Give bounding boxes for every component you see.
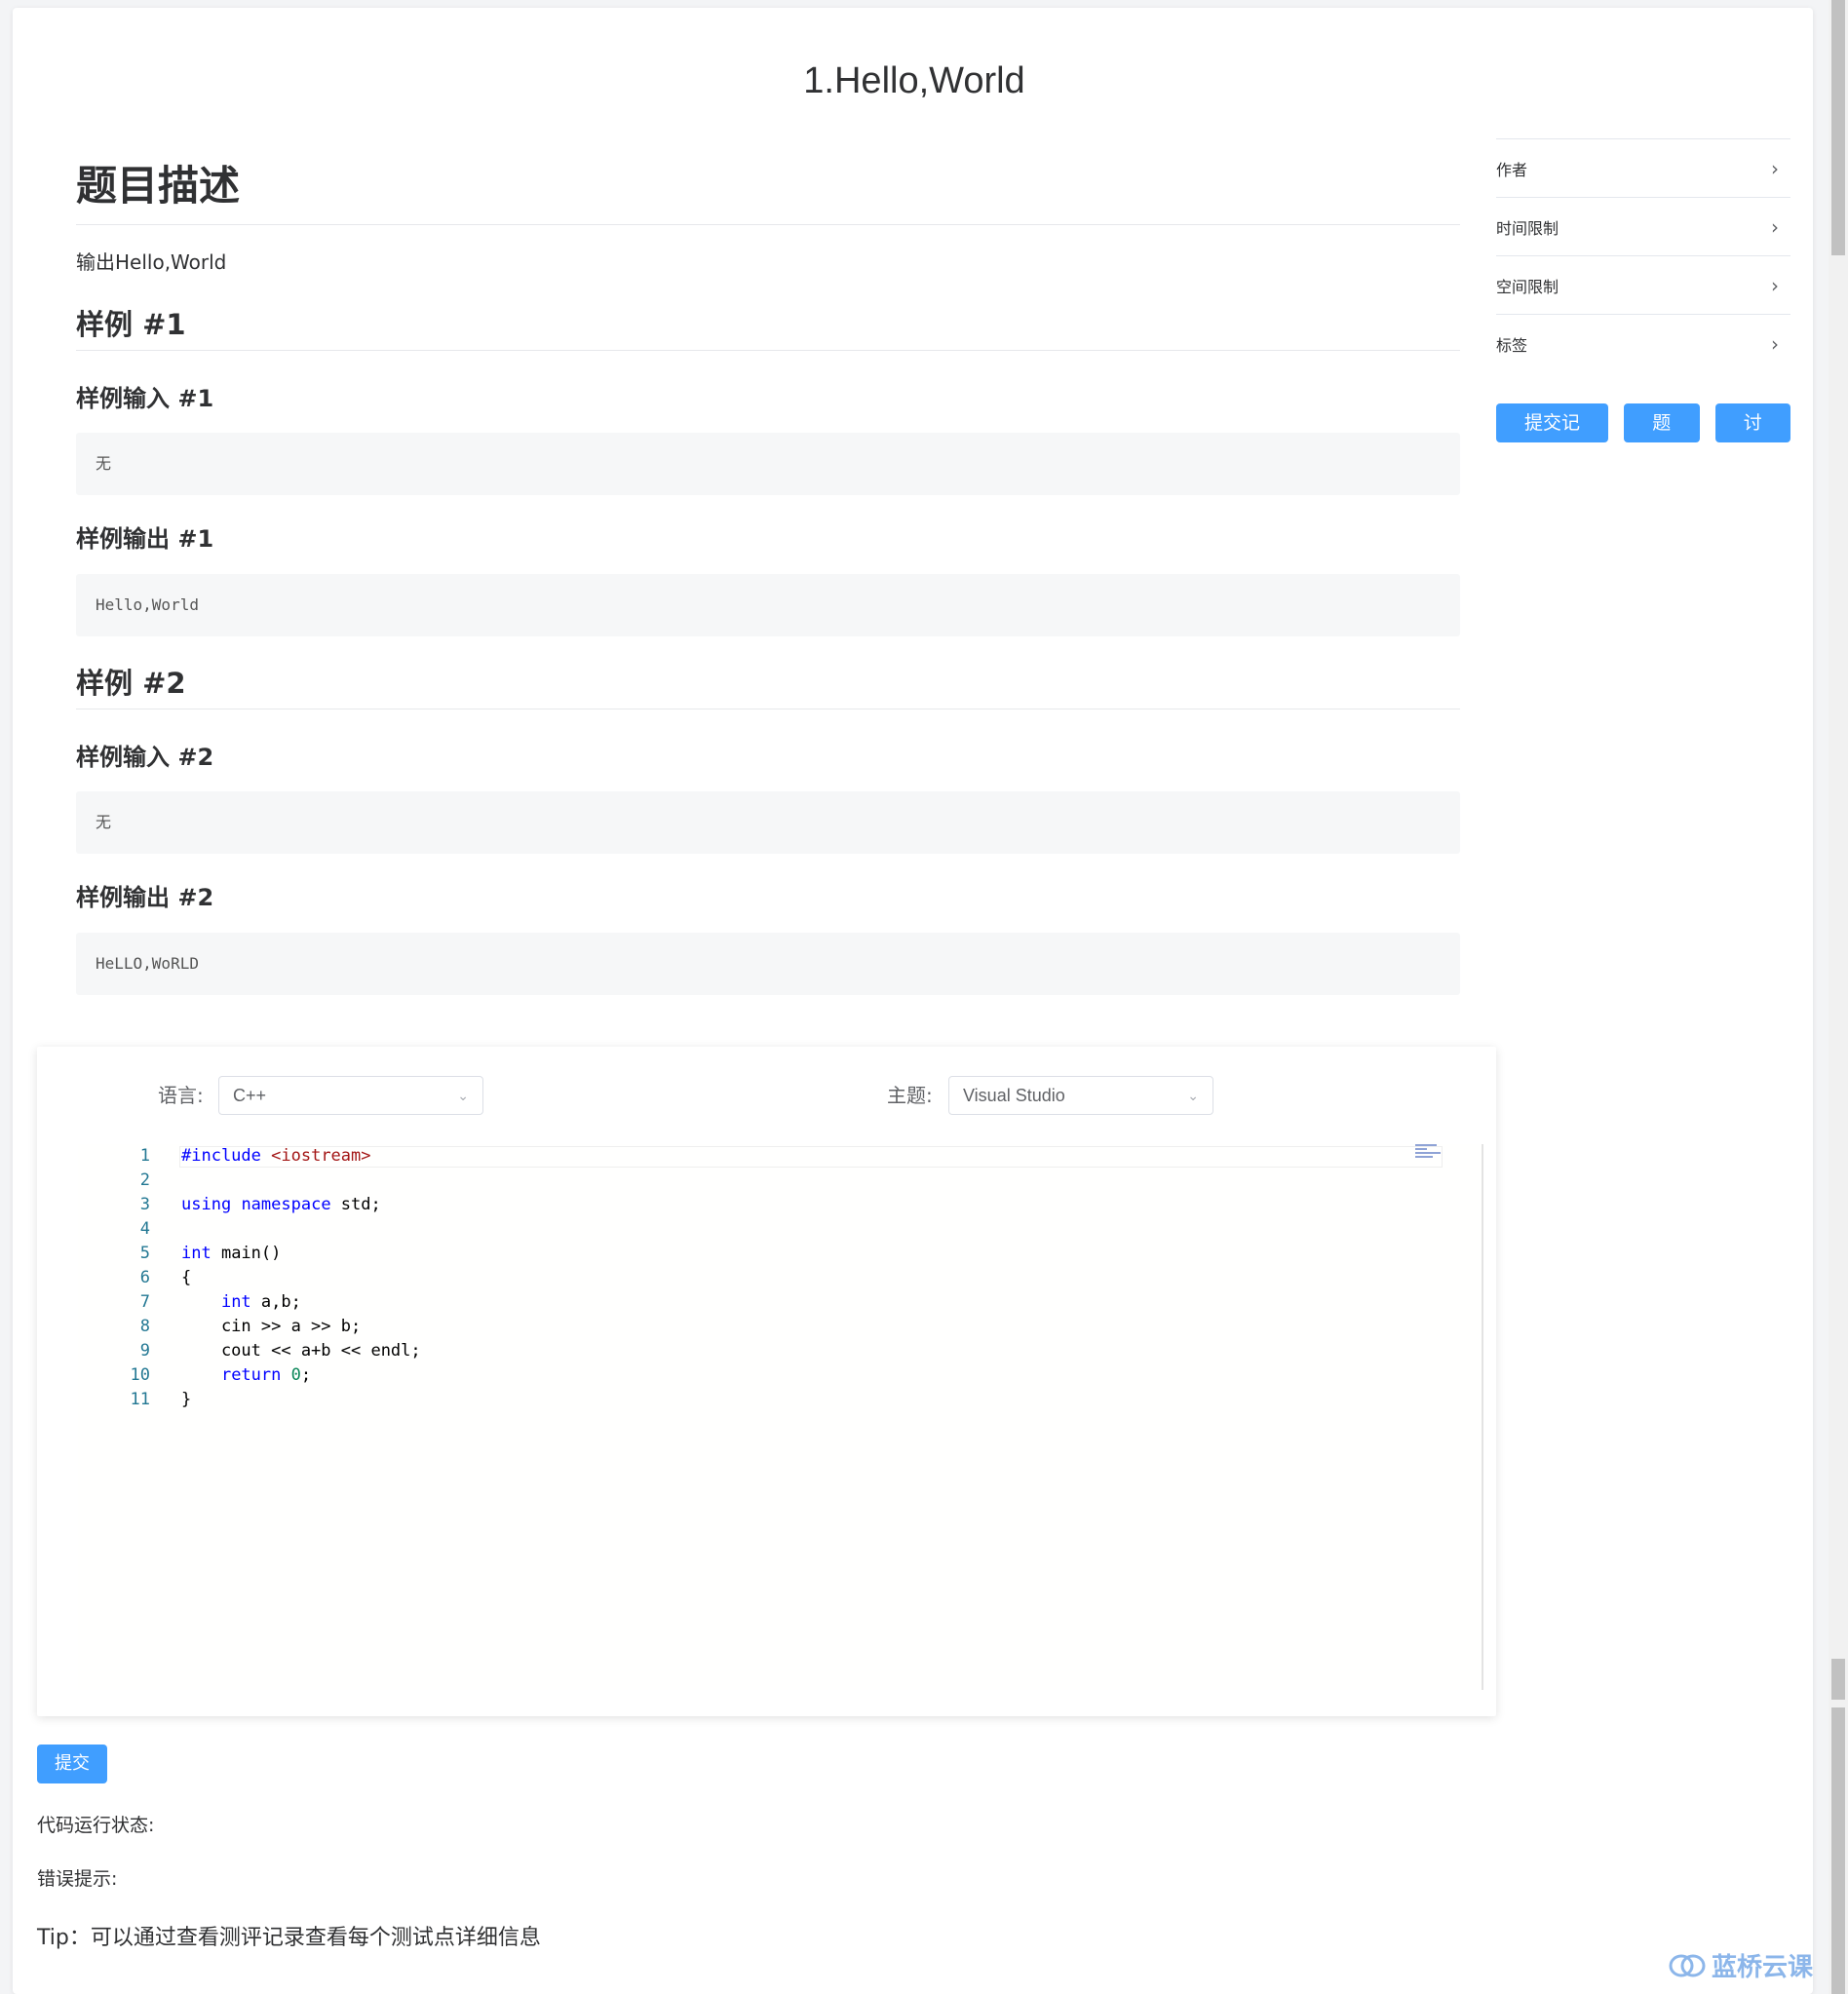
description-text: 输出Hello,World: [76, 250, 227, 274]
scrollbar-thumb[interactable]: [1831, 0, 1845, 255]
scrollbar-thumb[interactable]: [1831, 1659, 1845, 1700]
sample-2-input-label: 样例输入 #2: [76, 744, 214, 771]
divider: [76, 350, 1460, 351]
sidebar-item-tags[interactable]: 标签 ›: [1496, 314, 1790, 372]
code-line: }: [181, 1390, 192, 1409]
sample-2-input: 无: [76, 791, 1460, 854]
line-number: 4: [139, 1219, 150, 1239]
code-line: using namespace std;: [181, 1195, 381, 1214]
sidebar-button-group: 提交记录 题解 讨论: [1496, 403, 1790, 473]
code-editor-panel: 语言: C++ ⌄ 主题: Visual Studio ⌄ 1 2 3 4 5 …: [37, 1047, 1496, 1716]
chevron-right-icon: ›: [1771, 214, 1779, 239]
problem-info-sidebar: 作者 › 时间限制 › 空间限制 › 标签 › 提交记录 题解 讨论: [1496, 138, 1790, 473]
sample-2-heading: 样例 #2: [76, 667, 186, 700]
sample-1-heading: 样例 #1: [76, 308, 186, 341]
run-status-label: 代码运行状态:: [37, 1815, 155, 1836]
sample-2-output-label: 样例输出 #2: [76, 884, 214, 911]
code-line: #include <iostream>: [181, 1146, 371, 1166]
sample-2-output: HeLLO,WoRLD: [76, 933, 1460, 995]
watermark: 蓝桥云课: [1669, 1947, 1813, 1983]
sidebar-item-memory-limit[interactable]: 空间限制 ›: [1496, 255, 1790, 314]
sample-1-output-label: 样例输出 #1: [76, 525, 214, 553]
watermark-text: 蓝桥云课: [1712, 1953, 1814, 1982]
sample-1-input: 无: [76, 433, 1460, 495]
editor-minimap[interactable]: [1415, 1144, 1444, 1168]
language-select[interactable]: C++ ⌄: [218, 1076, 483, 1115]
chevron-right-icon: ›: [1771, 331, 1779, 356]
line-number: 7: [139, 1292, 150, 1312]
tip-text: Tip：可以通过查看测评记录查看每个测试点详细信息: [37, 1926, 541, 1950]
code-line: int main(): [181, 1244, 282, 1263]
line-number: 8: [139, 1317, 150, 1336]
theme-select[interactable]: Visual Studio ⌄: [948, 1076, 1213, 1115]
submission-records-button[interactable]: 提交记录: [1496, 403, 1608, 473]
language-label: 语言:: [158, 1084, 204, 1107]
language-value: C++: [233, 1086, 267, 1105]
chevron-right-icon: ›: [1771, 156, 1779, 180]
sidebar-item-time-limit[interactable]: 时间限制 ›: [1496, 197, 1790, 255]
submit-button[interactable]: 提交: [37, 1745, 107, 1783]
line-number: 3: [139, 1195, 150, 1214]
line-number: 11: [130, 1390, 150, 1409]
solution-button[interactable]: 题解: [1624, 403, 1700, 473]
line-number: 10: [130, 1365, 150, 1385]
divider: [76, 224, 1460, 225]
sidebar-item-label: 标签: [1496, 335, 1528, 355]
sidebar-item-label: 作者: [1496, 160, 1528, 179]
scrollbar-thumb[interactable]: [1831, 1707, 1845, 1994]
problem-content: 题目描述 输出Hello,World 样例 #1 样例输入 #1 无 样例输出 …: [76, 156, 1460, 995]
code-line: int a,b;: [220, 1292, 301, 1312]
line-number: 1: [139, 1146, 150, 1166]
theme-label: 主题:: [887, 1084, 933, 1107]
sample-1-output: Hello,World: [76, 574, 1460, 636]
sidebar-item-author[interactable]: 作者 ›: [1496, 138, 1790, 197]
page-title: 1.Hello,World: [803, 60, 1025, 101]
line-number: 6: [139, 1268, 150, 1287]
code-line: return 0;: [220, 1365, 312, 1385]
description-heading: 题目描述: [76, 162, 241, 210]
lanqiao-logo-icon: [1669, 1954, 1706, 1976]
line-number: 2: [139, 1170, 150, 1190]
sidebar-item-label: 时间限制: [1496, 218, 1559, 238]
discuss-button[interactable]: 讨论: [1714, 403, 1790, 473]
chevron-down-icon: ⌄: [1187, 1088, 1199, 1103]
error-label: 错误提示:: [37, 1868, 118, 1890]
code-line: cout << a+b << endl;: [181, 1341, 421, 1361]
line-number: 9: [139, 1341, 150, 1361]
code-line: cin >> a >> b;: [181, 1317, 362, 1336]
page-scrollbar[interactable]: [1829, 0, 1848, 1994]
chevron-down-icon: ⌄: [457, 1088, 469, 1103]
sidebar-item-label: 空间限制: [1496, 277, 1559, 296]
theme-value: Visual Studio: [963, 1086, 1065, 1105]
chevron-right-icon: ›: [1771, 273, 1779, 297]
line-number: 5: [139, 1244, 150, 1263]
code-editor[interactable]: 1 2 3 4 5 6 7 8 9 10 11 #include <iostre…: [78, 1144, 1483, 1690]
sample-1-input-label: 样例输入 #1: [76, 385, 214, 412]
code-line: {: [181, 1268, 192, 1287]
